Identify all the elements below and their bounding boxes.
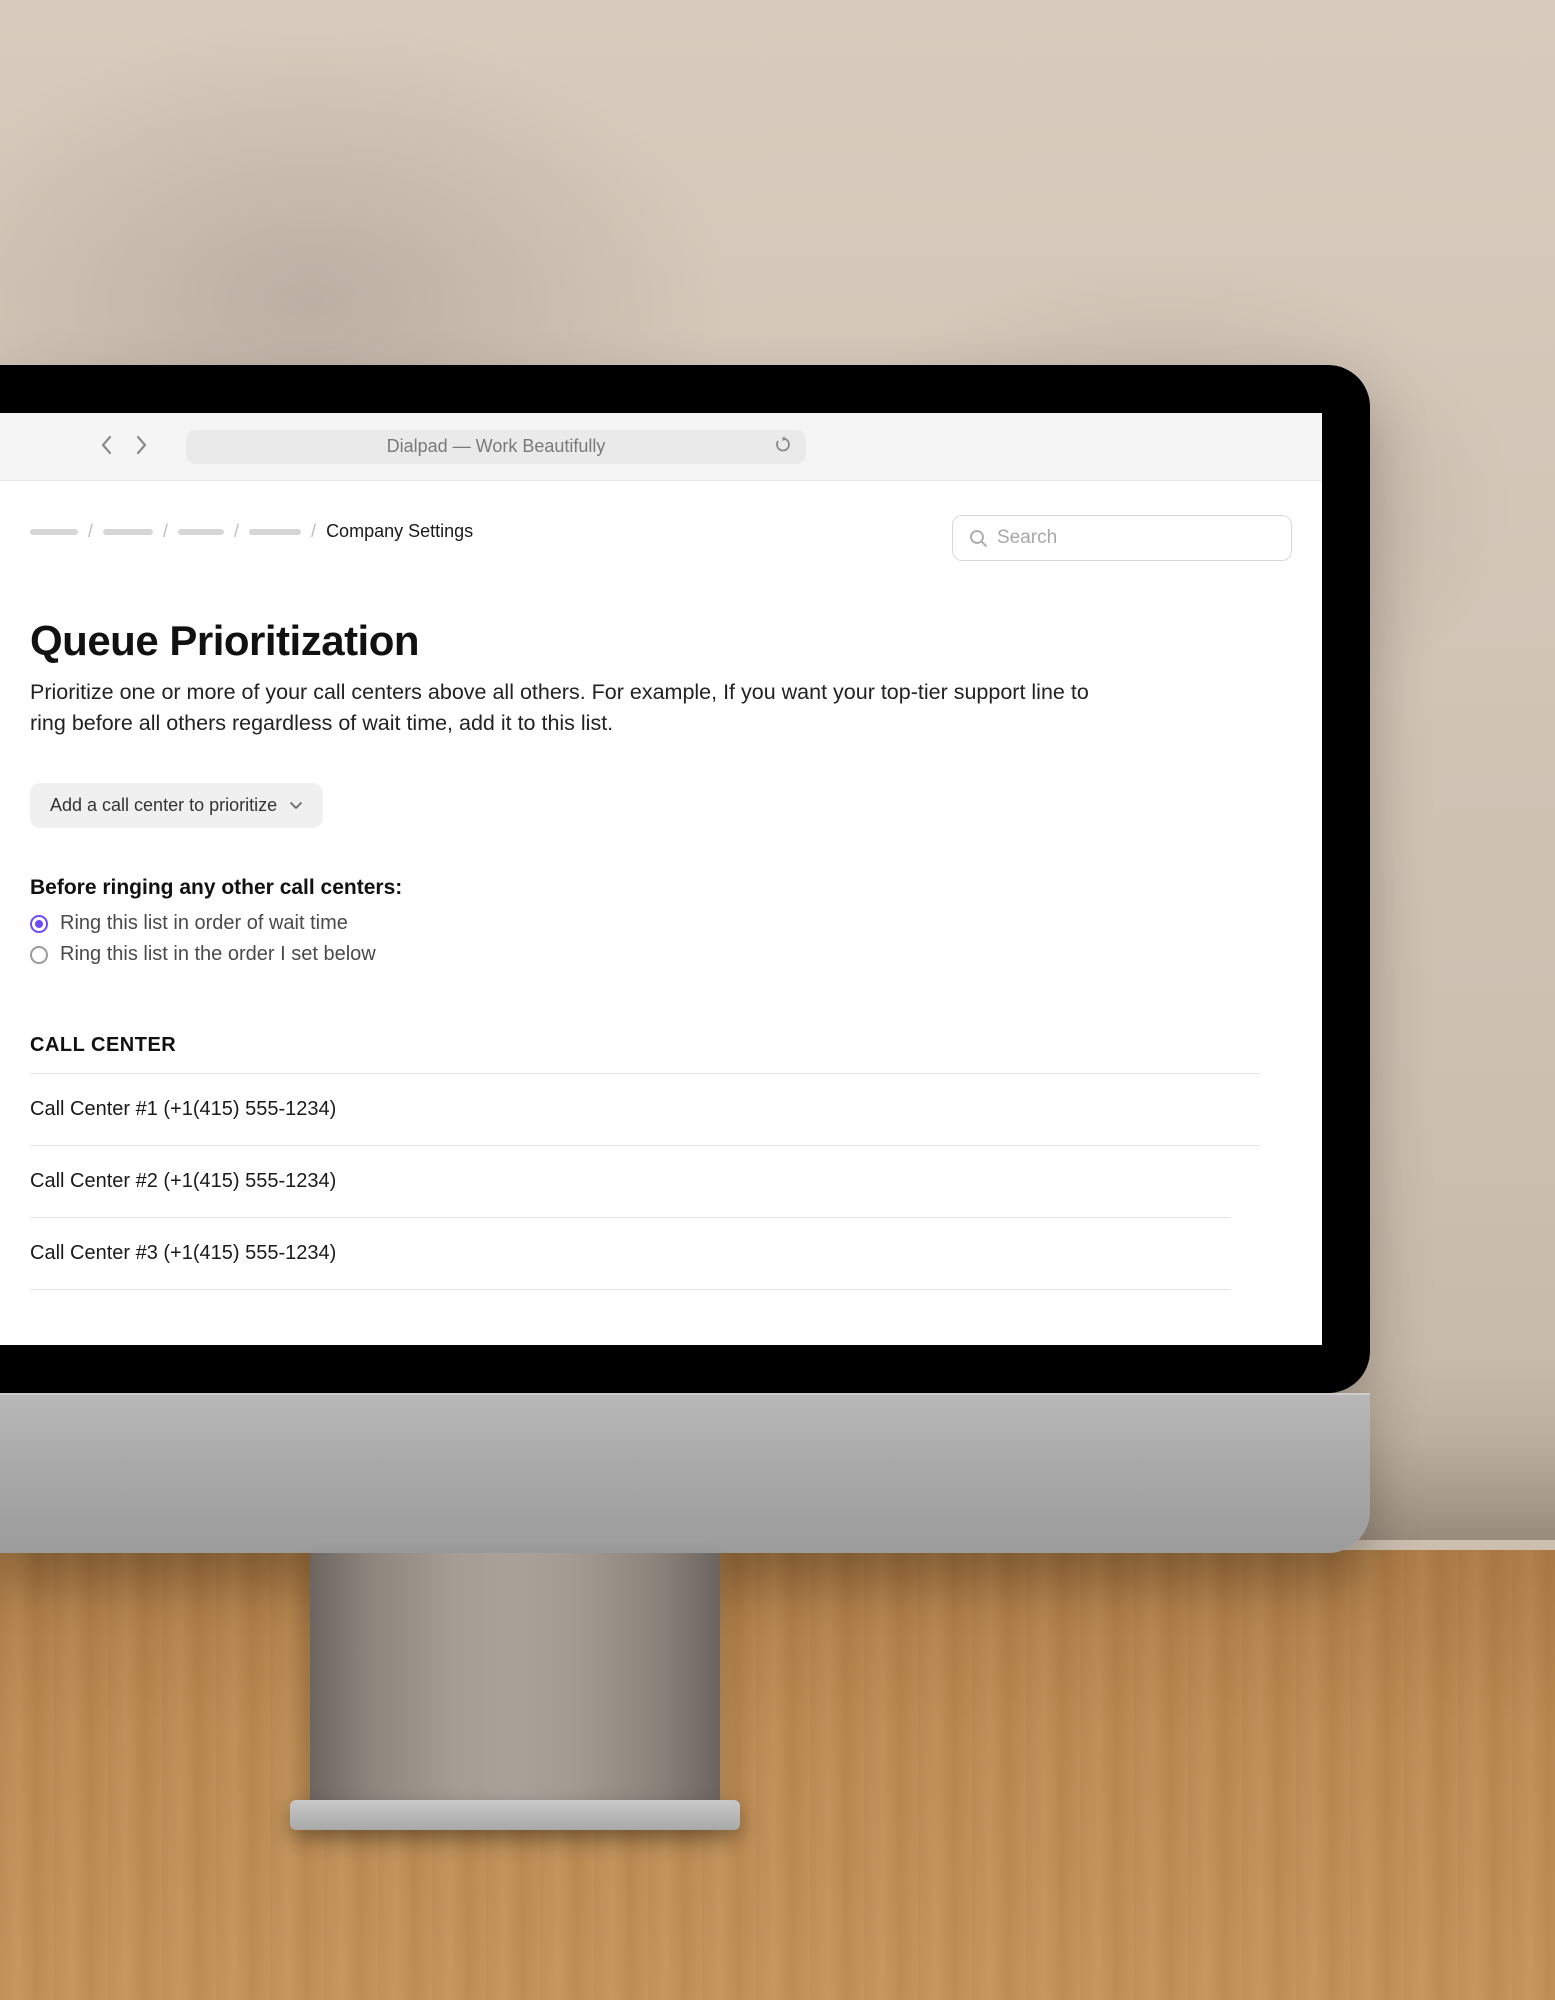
- forward-button[interactable]: [134, 434, 148, 460]
- page-title: Queue Prioritization: [30, 617, 1292, 665]
- breadcrumb-placeholder: [178, 529, 224, 535]
- table-header: CALL CENTER: [30, 1034, 1292, 1073]
- radio-option-custom-order[interactable]: Ring this list in the order I set below: [30, 943, 1292, 966]
- table-row[interactable]: Call Center #2 (+1(415) 555-1234): [30, 1145, 1260, 1217]
- breadcrumb: / / / / Company Settings: [30, 515, 473, 542]
- table-row[interactable]: Call Center #1 (+1(415) 555-1234): [30, 1073, 1260, 1145]
- monitor-chin: [0, 1393, 1370, 1553]
- search-field[interactable]: [952, 515, 1292, 561]
- header-row: / / / / Company Settings: [30, 515, 1292, 561]
- breadcrumb-placeholder: [249, 529, 301, 535]
- back-button[interactable]: [100, 434, 114, 460]
- call-center-name: Call Center #3 (+1(415) 555-1234): [30, 1242, 336, 1264]
- breadcrumb-separator: /: [88, 521, 93, 542]
- url-bar-title: Dialpad — Work Beautifully: [387, 436, 606, 457]
- breadcrumb-placeholder: [103, 529, 153, 535]
- add-call-center-label: Add a call center to prioritize: [50, 795, 277, 816]
- reload-button[interactable]: [774, 435, 792, 458]
- monitor-stand-neck: [310, 1553, 720, 1813]
- breadcrumb-current: Company Settings: [326, 521, 473, 542]
- call-center-table: Call Center #1 (+1(415) 555-1234) Call C…: [30, 1073, 1292, 1290]
- breadcrumb-placeholder: [30, 529, 78, 535]
- reload-icon: [774, 435, 792, 453]
- nav-arrows: [100, 434, 148, 460]
- chevron-down-icon: [289, 795, 303, 816]
- monitor-stand-base: [290, 1800, 740, 1830]
- page-content: / / / / Company Settings Qu: [0, 481, 1322, 1320]
- chevron-right-icon: [134, 434, 148, 456]
- table-row[interactable]: Call Center #3 (+1(415) 555-1234): [30, 1217, 1230, 1290]
- radio-icon: [30, 946, 48, 964]
- page-description: Prioritize one or more of your call cent…: [30, 677, 1130, 739]
- radio-label: Ring this list in order of wait time: [60, 912, 348, 935]
- radio-icon: [30, 915, 48, 933]
- breadcrumb-separator: /: [163, 521, 168, 542]
- monitor-frame: Dialpad — Work Beautifully / / /: [0, 365, 1370, 1393]
- chevron-left-icon: [100, 434, 114, 456]
- search-icon: [969, 529, 987, 547]
- call-center-name: Call Center #2 (+1(415) 555-1234): [30, 1170, 336, 1192]
- breadcrumb-separator: /: [311, 521, 316, 542]
- url-bar[interactable]: Dialpad — Work Beautifully: [186, 430, 806, 464]
- ring-heading: Before ringing any other call centers:: [30, 876, 1292, 900]
- call-center-name: Call Center #1 (+1(415) 555-1234): [30, 1098, 336, 1120]
- browser-topbar: Dialpad — Work Beautifully: [0, 413, 1322, 481]
- radio-option-wait-time[interactable]: Ring this list in order of wait time: [30, 912, 1292, 935]
- radio-label: Ring this list in the order I set below: [60, 943, 376, 966]
- desk-surface: [0, 1550, 1555, 2000]
- breadcrumb-separator: /: [234, 521, 239, 542]
- screen: Dialpad — Work Beautifully / / /: [0, 413, 1322, 1345]
- search-input[interactable]: [997, 527, 1275, 549]
- add-call-center-button[interactable]: Add a call center to prioritize: [30, 783, 323, 828]
